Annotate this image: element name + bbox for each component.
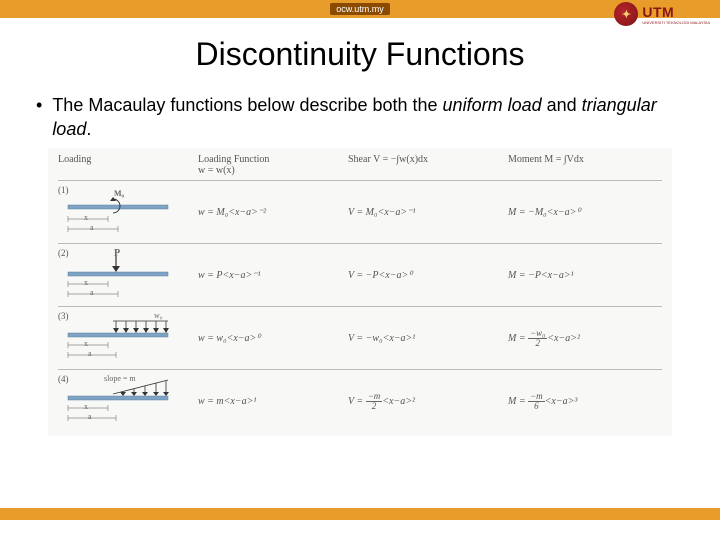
col-shear: Shear V = −∫w(x)dx (348, 154, 508, 176)
table-row: (3) w₀ x a w = w₀<x−a>⁰ V = − (58, 306, 662, 369)
col-function: Loading Function w = w(x) (198, 154, 348, 176)
eq-v: V = −m2<x−a>² (348, 392, 508, 411)
beam-icon (58, 250, 178, 302)
eq-m: M = −M₀<x−a>⁰ (508, 207, 668, 218)
eq-m: M = −P<x−a>¹ (508, 270, 668, 281)
bullet-item: • The Macaulay functions below describe … (36, 93, 684, 142)
eq-w: w = m<x−a>¹ (198, 396, 348, 407)
ocw-badge: ocw.utm.my (330, 3, 390, 15)
table-row: (1) M₀ x a w = M₀<x−a>⁻² V = M₀<x−a>⁻¹ M… (58, 180, 662, 243)
loading-diagram: (2) P x a (58, 250, 178, 302)
eq-v: V = −w₀<x−a>¹ (348, 333, 508, 344)
eq-v: V = −P<x−a>⁰ (348, 270, 508, 281)
macaulay-table: Loading Loading Function w = w(x) Shear … (48, 148, 672, 436)
table-row: (4) slope = m x a w = m<x−a>¹ V (58, 369, 662, 432)
col-loading: Loading (58, 154, 198, 176)
beam-icon (58, 313, 178, 365)
bullet-text: The Macaulay functions below describe bo… (52, 95, 442, 115)
utm-logo: ✦ UTM UNIVERSITI TEKNOLOGI MALAYSIA (614, 2, 710, 26)
bullet-text: and (542, 95, 582, 115)
eq-m: M = −m6<x−a>³ (508, 392, 668, 411)
col-moment: Moment M = ∫Vdx (508, 154, 668, 176)
logo-subtext: UNIVERSITI TEKNOLOGI MALAYSIA (642, 20, 710, 25)
eq-w: w = P<x−a>⁻¹ (198, 270, 348, 281)
eq-m: M = −w₀2<x−a>² (508, 329, 668, 348)
table-row: (2) P x a w = P<x−a>⁻¹ V = −P<x−a>⁰ M = … (58, 243, 662, 306)
footer-bar (0, 508, 720, 520)
beam-icon (58, 376, 178, 428)
page-title: Discontinuity Functions (0, 36, 720, 73)
top-bar: ocw.utm.my (0, 0, 720, 18)
loading-diagram: (1) M₀ x a (58, 187, 178, 239)
logo-text: UTM (642, 4, 710, 20)
loading-diagram: (3) w₀ x a (58, 313, 178, 365)
table-header: Loading Loading Function w = w(x) Shear … (58, 154, 662, 180)
bullet-text: . (86, 119, 91, 139)
crest-icon: ✦ (614, 2, 638, 26)
beam-icon (58, 187, 178, 239)
bullet-list: • The Macaulay functions below describe … (0, 73, 720, 148)
bullet-em: uniform load (443, 95, 542, 115)
eq-w: w = M₀<x−a>⁻² (198, 207, 348, 218)
eq-v: V = M₀<x−a>⁻¹ (348, 207, 508, 218)
eq-w: w = w₀<x−a>⁰ (198, 333, 348, 344)
bullet-dot: • (36, 93, 42, 142)
loading-diagram: (4) slope = m x a (58, 376, 178, 428)
